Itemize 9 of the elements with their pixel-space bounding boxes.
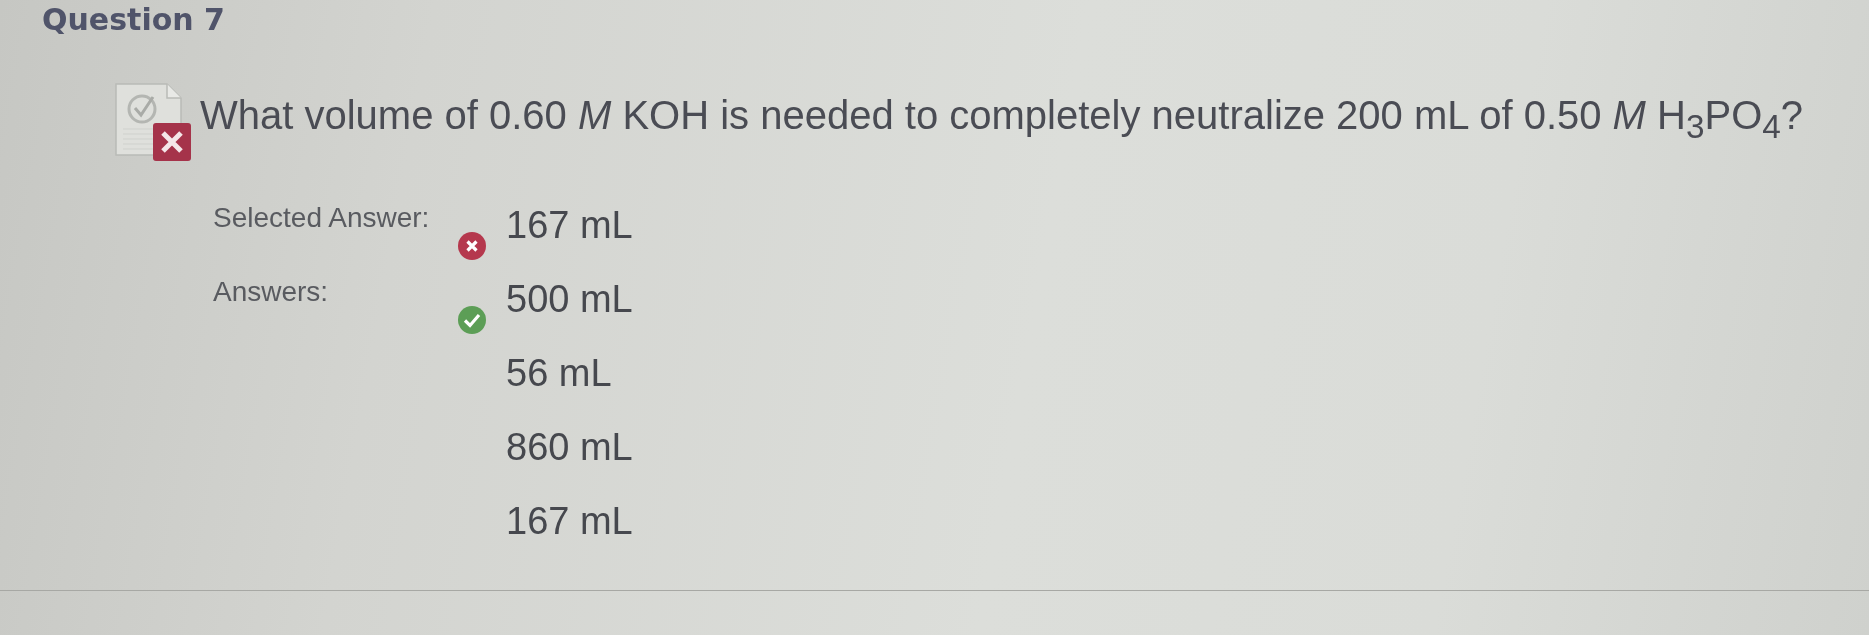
- answer-text: 56 mL: [506, 351, 612, 396]
- answer-text: 500 mL: [506, 277, 633, 322]
- answer-text: 860 mL: [506, 425, 633, 470]
- answer-label: Selected Answer:: [213, 202, 430, 235]
- answer-text: 167 mL: [506, 203, 633, 248]
- answer-text: 167 mL: [506, 499, 633, 544]
- question-text: What volume of 0.60 M KOH is needed to completely neutralize 200 mL of 0.50 M H$_{3}$PO$_{4}$?: [200, 92, 1804, 147]
- answer-label: Answers:: [213, 276, 329, 309]
- question-title: Question 7: [41, 1, 226, 38]
